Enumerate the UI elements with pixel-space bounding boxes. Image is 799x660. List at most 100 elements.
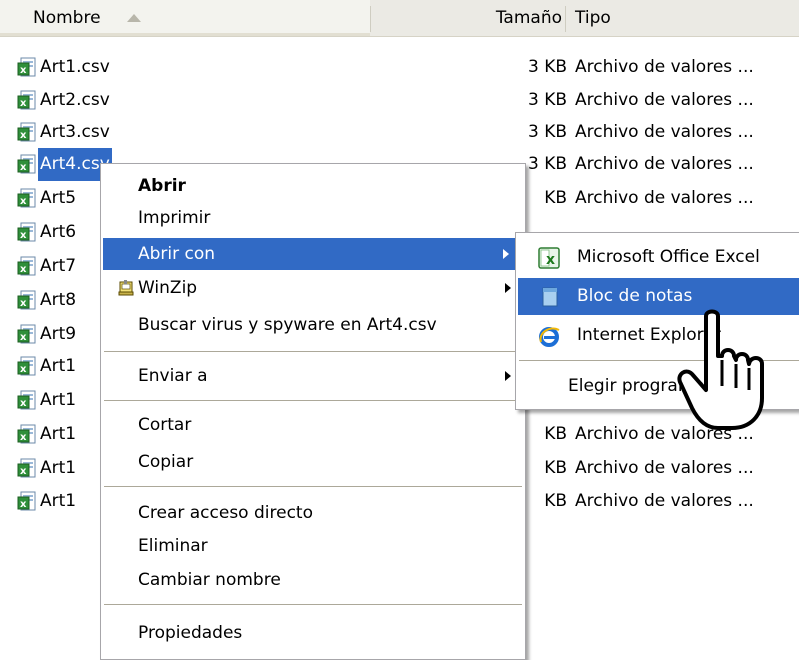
file-name: Art6 [40, 222, 77, 242]
csv-file-icon: x [17, 188, 36, 208]
file-type: Archivo de valores ... [575, 188, 754, 208]
file-name: Art5 [40, 188, 77, 208]
csv-file-icon: x [17, 122, 36, 142]
menu-item-delete[interactable]: Eliminar [101, 530, 525, 562]
csv-file-icon: x [17, 324, 36, 344]
svg-text:x: x [20, 65, 27, 76]
menu-separator [104, 604, 522, 605]
column-header: Nombre Tamaño Tipo [0, 0, 799, 37]
menu-item-open[interactable]: Abrir [101, 170, 525, 202]
submenu-arrow-icon [505, 371, 511, 381]
menu-item-send-to[interactable]: Enviar a [101, 360, 525, 392]
menu-item-rename[interactable]: Cambiar nombre [101, 564, 525, 596]
svg-text:x: x [546, 252, 555, 268]
file-size: KB [544, 458, 567, 478]
svg-text:x: x [20, 264, 27, 275]
csv-file-icon: x [17, 290, 36, 310]
menu-item-label: Eliminar [138, 536, 208, 556]
csv-file-icon: x [17, 256, 36, 276]
file-type: Archivo de valores ... [575, 90, 754, 110]
column-type-header[interactable]: Tipo [566, 0, 799, 36]
csv-file-icon: x [17, 222, 36, 242]
csv-file-icon: x [17, 154, 36, 174]
file-name: Art1 [40, 491, 77, 511]
file-size: KB [544, 491, 567, 511]
column-type-label: Tipo [575, 8, 611, 28]
menu-item-open-with[interactable]: Abrir con [103, 238, 523, 270]
menu-item-create-shortcut[interactable]: Crear acceso directo [101, 497, 525, 529]
file-size: 3 KB [527, 90, 567, 110]
svg-text:x: x [20, 364, 27, 375]
submenu-arrow-icon [503, 249, 509, 259]
column-size-label: Tamaño [495, 8, 562, 28]
file-name: Art8 [40, 290, 77, 310]
internet-explorer-icon [539, 327, 560, 347]
menu-item-label: Cambiar nombre [138, 570, 281, 590]
svg-text:x: x [20, 466, 27, 477]
file-row[interactable]: x Art1.csv 3 KB Archivo de valores ... [0, 51, 799, 84]
csv-file-icon: x [17, 57, 36, 77]
csv-file-icon: x [17, 424, 36, 444]
file-row[interactable]: x Art3.csv 3 KB Archivo de valores ... [0, 116, 799, 149]
csv-file-icon: x [17, 390, 36, 410]
svg-text:x: x [20, 432, 27, 443]
menu-item-copy[interactable]: Copiar [101, 446, 525, 478]
file-name: Art7 [40, 256, 77, 276]
context-menu: Abrir Imprimir Abrir con WinZip Buscar v… [100, 163, 526, 660]
file-type: Archivo de valores ... [575, 57, 754, 77]
hand-cursor-icon [677, 309, 764, 430]
column-name-label: Nombre [33, 8, 101, 28]
file-size: KB [544, 188, 567, 208]
svg-text:x: x [20, 398, 27, 409]
file-type: Archivo de valores ... [575, 491, 754, 511]
menu-item-cut[interactable]: Cortar [101, 409, 525, 441]
menu-item-label: Buscar virus y spyware en Art4.csv [138, 315, 437, 335]
menu-separator [104, 486, 522, 487]
menu-item-label: WinZip [138, 278, 198, 298]
file-name: Art3.csv [40, 122, 110, 142]
file-size: KB [544, 424, 567, 444]
menu-item-label: Enviar a [138, 366, 208, 386]
column-size-header[interactable]: Tamaño [371, 0, 565, 36]
menu-item-properties[interactable]: Propiedades [101, 617, 525, 649]
column-name-header[interactable]: Nombre [0, 0, 370, 36]
file-size: 3 KB [527, 154, 567, 174]
menu-item-label: Cortar [138, 415, 192, 435]
file-size: 3 KB [527, 57, 567, 77]
file-size: 3 KB [527, 122, 567, 142]
file-type: Archivo de valores ... [575, 458, 754, 478]
file-type: Archivo de valores ... [575, 154, 754, 174]
menu-item-label: Abrir con [138, 244, 216, 264]
menu-separator [104, 351, 522, 352]
csv-file-icon: x [17, 356, 36, 376]
csv-file-icon: x [17, 90, 36, 110]
menu-item-label: Copiar [138, 452, 194, 472]
file-name: Art9 [40, 324, 77, 344]
menu-item-scan[interactable]: Buscar virus y spyware en Art4.csv [101, 309, 525, 341]
file-name: Art1 [40, 390, 77, 410]
excel-icon: x [538, 247, 560, 269]
submenu-item-excel[interactable]: x Microsoft Office Excel [518, 239, 799, 276]
menu-item-label: Imprimir [138, 208, 211, 228]
file-name: Art1 [40, 424, 77, 444]
csv-file-icon: x [17, 458, 36, 478]
csv-file-icon: x [17, 491, 36, 511]
menu-item-label: Abrir [138, 176, 186, 196]
file-row[interactable]: x Art2.csv 3 KB Archivo de valores ... [0, 84, 799, 117]
menu-item-winzip[interactable]: WinZip [101, 272, 525, 304]
svg-text:x: x [20, 162, 27, 173]
submenu-arrow-icon [505, 283, 511, 293]
winzip-icon [118, 280, 134, 296]
file-type: Archivo de valores ... [575, 122, 754, 142]
svg-text:x: x [20, 130, 27, 141]
menu-item-print[interactable]: Imprimir [101, 202, 525, 234]
svg-text:x: x [20, 332, 27, 343]
file-name: Art1 [40, 356, 77, 376]
svg-text:x: x [20, 230, 27, 241]
svg-text:x: x [20, 196, 27, 207]
svg-text:x: x [20, 499, 27, 510]
file-name: Art1.csv [40, 57, 110, 77]
svg-text:x: x [20, 298, 27, 309]
menu-item-label: Crear acceso directo [138, 503, 313, 523]
menu-item-label: Propiedades [138, 623, 243, 643]
